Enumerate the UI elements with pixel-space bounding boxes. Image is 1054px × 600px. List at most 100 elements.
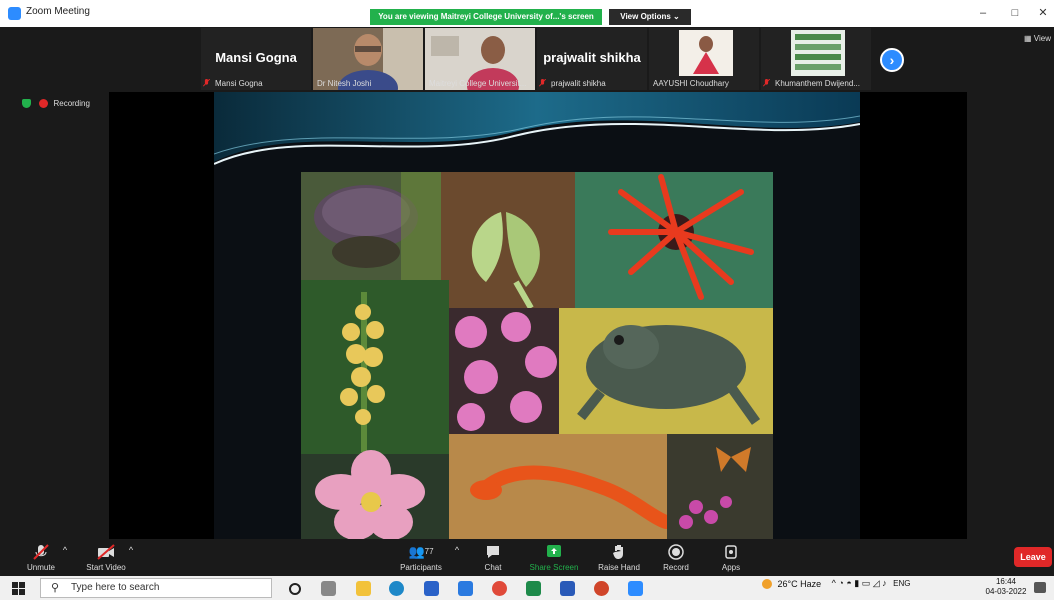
unmute-button[interactable]: Unmute [20,539,62,576]
excel-icon[interactable] [526,581,541,596]
record-button[interactable]: Record [658,539,694,576]
search-icon: ⚲ [51,582,60,594]
wild-rose-photo [301,450,449,539]
view-button[interactable]: ▦ View [1024,34,1051,43]
participant-tile[interactable]: Mansi Gogna Mansi Gogna [201,28,311,90]
participant-name: prajwalit shikha [543,50,641,65]
zoom-taskbar-icon[interactable] [628,581,643,596]
weather-icon [762,578,772,589]
security-shield-icon [22,99,31,109]
frog-photo [559,308,773,434]
share-screen-icon [547,545,561,557]
pink-flowers-photo [449,308,559,434]
biodiversity-collage [301,172,773,539]
zoom-app-icon [8,7,21,20]
cortana-icon[interactable] [289,583,301,595]
turtle-photo [301,172,441,280]
mic-muted-icon [33,544,49,560]
moth-photo [441,172,575,310]
chevron-up-icon: ^ [62,545,68,555]
slide-wave-header [214,92,860,165]
app-l-icon[interactable] [458,581,473,596]
chevron-right-icon: › [889,52,895,68]
tray-icons: ^ ◔ ◓ ▮ ▭ ◿ ♪ [831,578,887,589]
recording-indicator[interactable]: Recording [22,99,90,109]
participant-tile[interactable]: Khumanthem Dwijend... [761,28,871,90]
notification-icon[interactable] [1034,582,1046,593]
close-button[interactable]: ✕ [1028,4,1054,22]
raise-hand-label: Raise Hand [598,563,640,572]
share-screen-label: Share Screen [529,563,579,572]
grid-view-icon: ▦ [1024,34,1032,43]
chevron-up-icon: ^ [454,545,460,555]
maximize-button[interactable]: □ [1000,4,1030,22]
participant-tile[interactable]: prajwalit shikha prajwalit shikha [537,28,647,90]
apps-icon [725,545,737,559]
participants-label: Participants [400,563,442,572]
view-options-label: View Options [620,12,671,21]
taskbar-search-box[interactable]: ⚲ Type here to search [40,578,272,598]
screen-share-banner: You are viewing Maitreyi College Univers… [370,9,602,25]
start-video-button[interactable]: Start Video [82,539,130,576]
unmute-label: Unmute [26,563,55,572]
audio-options-chevron[interactable]: ^ [60,539,70,576]
participant-tile[interactable]: Dr Nitesh Joshi [313,28,423,90]
participants-options-chevron[interactable]: ^ [452,539,462,576]
leave-button[interactable]: Leave [1014,547,1052,567]
clock-date: 04-03-2022 [985,587,1027,596]
next-page-button[interactable]: › [880,48,904,72]
view-label: View [1033,34,1051,43]
powerpoint-icon[interactable] [594,581,609,596]
orchid-photo [301,280,449,454]
participants-icon: 👥77 [408,544,434,559]
minimize-button[interactable]: – [968,4,998,22]
participant-label: Dr Nitesh Joshi [317,79,372,88]
participant-tile[interactable]: Maitreyi College Universit... [425,28,535,90]
mic-muted-icon [539,79,546,87]
red-flower-photo [575,172,773,308]
apps-label: Apps [721,563,741,572]
start-video-label: Start Video [86,563,126,572]
word-icon[interactable] [560,581,575,596]
apps-button[interactable]: Apps [716,539,746,576]
share-screen-button[interactable]: Share Screen [526,539,582,576]
video-options-chevron[interactable]: ^ [126,539,136,576]
store-icon[interactable] [424,581,439,596]
salamander-photo [449,434,673,539]
raise-hand-icon [613,545,623,559]
system-tray[interactable]: 26°C Haze ^ ◔ ◓ ▮ ▭ ◿ ♪ ENG [762,578,911,589]
view-options-button[interactable]: View Options ⌄ [609,9,691,25]
record-icon [668,544,684,560]
chat-button[interactable]: Chat [476,539,510,576]
participant-label: Mansi Gogna [215,79,263,88]
participant-tile[interactable]: AAYUSHI Choudhary [649,28,759,90]
participants-button[interactable]: 👥77 Participants [396,539,446,576]
video-off-icon [97,544,115,560]
search-placeholder: Type here to search [71,582,160,593]
mic-muted-icon [203,79,210,87]
participant-label: Khumanthem Dwijend... [775,79,860,88]
participant-label: Maitreyi College Universit... [429,79,527,88]
record-label: Record [663,563,689,572]
participant-label: AAYUSHI Choudhary [653,79,729,88]
file-explorer-icon[interactable] [356,581,371,596]
window-title: Zoom Meeting [26,6,90,17]
participants-count: 77 [424,547,434,556]
chrome-icon[interactable] [492,581,507,596]
chevron-down-icon: ⌄ [673,12,680,21]
recording-dot-icon [39,99,49,109]
raise-hand-button[interactable]: Raise Hand [594,539,644,576]
taskbar-clock[interactable]: 16:44 04-03-2022 [984,577,1028,597]
butterfly-photo [667,434,773,539]
clock-time: 16:44 [995,577,1017,586]
chat-bubble-icon [487,546,499,558]
weather-text: 26°C Haze [777,578,822,589]
recording-label: Recording [53,99,90,109]
chevron-up-icon: ^ [128,545,134,555]
mic-muted-icon [763,79,770,87]
task-view-icon[interactable] [321,581,336,596]
language-indicator: ENG [893,579,911,589]
windows-start-icon[interactable] [12,582,25,595]
participant-name: Mansi Gogna [215,50,297,65]
edge-browser-icon[interactable] [389,581,404,596]
